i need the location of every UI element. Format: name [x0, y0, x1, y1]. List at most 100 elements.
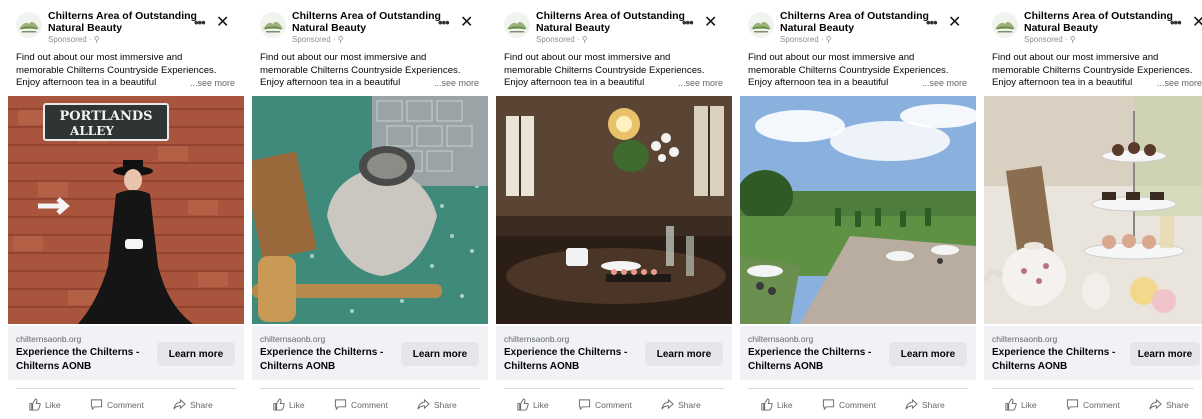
page-logo[interactable] [992, 12, 1018, 38]
like-label: Like [1021, 399, 1037, 410]
ad-text-line: memorable Chilterns Countryside Experien… [260, 64, 461, 76]
close-icon[interactable]: ✕ [704, 14, 717, 32]
ad-domain: chilternsaonb.org [260, 334, 326, 344]
page-logo[interactable] [260, 12, 286, 38]
see-more-link[interactable]: ...see more [431, 78, 479, 88]
ad-headline[interactable]: Experience the Chilterns - Chilterns AON… [992, 346, 1132, 374]
ad-image-hotel-interior[interactable] [496, 96, 732, 324]
more-dots-icon[interactable]: ••• [438, 16, 450, 30]
page-logo[interactable] [748, 12, 774, 38]
close-icon[interactable]: ✕ [948, 14, 961, 32]
share-arrow-icon [1149, 398, 1162, 410]
comment-label: Comment [1083, 399, 1120, 410]
divider [748, 388, 968, 389]
comment-bubble-icon [90, 399, 103, 411]
like-button[interactable]: Like [1004, 398, 1037, 411]
close-icon[interactable]: ✕ [460, 14, 473, 32]
ad-header: Chilterns Area of Outstanding Natural Be… [252, 6, 488, 46]
comment-bubble-icon [578, 399, 591, 411]
more-dots-icon[interactable]: ••• [1170, 16, 1182, 30]
ad-image-formal-garden[interactable] [740, 96, 976, 324]
see-more-link[interactable]: ...see more [187, 78, 235, 88]
sponsored-label: Sponsored · ⚲ [780, 35, 832, 44]
page-logo[interactable] [16, 12, 42, 38]
ad-image-victorian-lady[interactable]: PORTLANDS ALLEY [8, 96, 244, 324]
ad-domain: chilternsaonb.org [504, 334, 570, 344]
share-button[interactable]: Share [417, 398, 457, 411]
thumbs-up-icon [273, 398, 285, 411]
more-dots-icon[interactable]: ••• [194, 16, 206, 30]
ad-domain: chilternsaonb.org [992, 334, 1058, 344]
share-label: Share [1166, 399, 1189, 410]
divider [504, 388, 724, 389]
ad-headline[interactable]: Experience the Chilterns - Chilterns AON… [16, 346, 156, 374]
ad-link-footer[interactable]: chilternsaonb.org Experience the Chilter… [8, 326, 244, 380]
share-button[interactable]: Share [905, 398, 945, 411]
ad-image-silversmith[interactable] [252, 96, 488, 324]
comment-label: Comment [595, 399, 632, 410]
thumbs-up-icon [517, 398, 529, 411]
sign-text: PORTLANDS [59, 109, 152, 124]
sponsored-label: Sponsored · ⚲ [48, 35, 100, 44]
ad-link-footer[interactable]: chilternsaonb.org Experience the Chilter… [740, 326, 976, 380]
learn-more-button[interactable]: Learn more [1130, 342, 1200, 366]
ad-headline[interactable]: Experience the Chilterns - Chilterns AON… [748, 346, 888, 374]
more-dots-icon[interactable]: ••• [682, 16, 694, 30]
ad-text-line: Find out about our most immersive and [16, 52, 183, 63]
sponsored-label: Sponsored · ⚲ [1024, 35, 1076, 44]
like-button[interactable]: Like [272, 398, 305, 411]
comment-button[interactable]: Comment [334, 398, 388, 411]
page-name[interactable]: Chilterns Area of Outstanding Natural Be… [1024, 10, 1174, 34]
see-more-link[interactable]: ...see more [919, 78, 967, 88]
thumbs-up-icon [29, 398, 41, 411]
ad-domain: chilternsaonb.org [748, 334, 814, 344]
ad-link-footer[interactable]: chilternsaonb.org Experience the Chilter… [252, 326, 488, 380]
learn-more-button[interactable]: Learn more [889, 342, 967, 366]
share-button[interactable]: Share [1149, 398, 1189, 411]
action-bar: Like Comment Share [984, 396, 1202, 416]
page-name[interactable]: Chilterns Area of Outstanding Natural Be… [536, 10, 686, 34]
see-more-link[interactable]: ...see more [1154, 78, 1202, 88]
comment-button[interactable]: Comment [1066, 398, 1120, 411]
comment-bubble-icon [822, 399, 835, 411]
comment-bubble-icon [1066, 399, 1079, 411]
more-dots-icon[interactable]: ••• [926, 16, 938, 30]
ad-text-line: Find out about our most immersive and [260, 52, 427, 63]
comment-button[interactable]: Comment [90, 398, 144, 411]
ad-link-footer[interactable]: chilternsaonb.org Experience the Chilter… [984, 326, 1202, 380]
page-name[interactable]: Chilterns Area of Outstanding Natural Be… [780, 10, 930, 34]
ad-link-footer[interactable]: chilternsaonb.org Experience the Chilter… [496, 326, 732, 380]
close-icon[interactable]: ✕ [1192, 14, 1202, 32]
like-button[interactable]: Like [516, 398, 549, 411]
ad-text-line: Find out about our most immersive and [748, 52, 915, 63]
share-label: Share [922, 399, 945, 410]
ad-card: Chilterns Area of Outstanding Natural Be… [252, 0, 488, 419]
ad-headline[interactable]: Experience the Chilterns - Chilterns AON… [260, 346, 400, 374]
like-button[interactable]: Like [28, 398, 61, 411]
learn-more-button[interactable]: Learn more [645, 342, 723, 366]
page-name[interactable]: Chilterns Area of Outstanding Natural Be… [48, 10, 198, 34]
divider [16, 388, 236, 389]
see-more-link[interactable]: ...see more [675, 78, 723, 88]
share-label: Share [190, 399, 213, 410]
ad-card: Chilterns Area of Outstanding Natural Be… [984, 0, 1202, 419]
share-button[interactable]: Share [661, 398, 701, 411]
page-logo[interactable] [504, 12, 530, 38]
page-name[interactable]: Chilterns Area of Outstanding Natural Be… [292, 10, 442, 34]
like-label: Like [777, 399, 793, 410]
comment-button[interactable]: Comment [822, 398, 876, 411]
share-arrow-icon [905, 398, 918, 410]
ad-text-line: memorable Chilterns Countryside Experien… [992, 64, 1193, 76]
share-button[interactable]: Share [173, 398, 213, 411]
learn-more-button[interactable]: Learn more [401, 342, 479, 366]
ad-image-afternoon-tea[interactable] [984, 96, 1202, 324]
ad-text-line: Find out about our most immersive and [992, 52, 1159, 63]
ad-headline[interactable]: Experience the Chilterns - Chilterns AON… [504, 346, 644, 374]
ad-text-line: Find out about our most immersive and [504, 52, 671, 63]
learn-more-button[interactable]: Learn more [157, 342, 235, 366]
close-icon[interactable]: ✕ [216, 14, 229, 32]
comment-label: Comment [839, 399, 876, 410]
like-button[interactable]: Like [760, 398, 793, 411]
ad-text-line: memorable Chilterns Countryside Experien… [16, 64, 217, 76]
comment-button[interactable]: Comment [578, 398, 632, 411]
